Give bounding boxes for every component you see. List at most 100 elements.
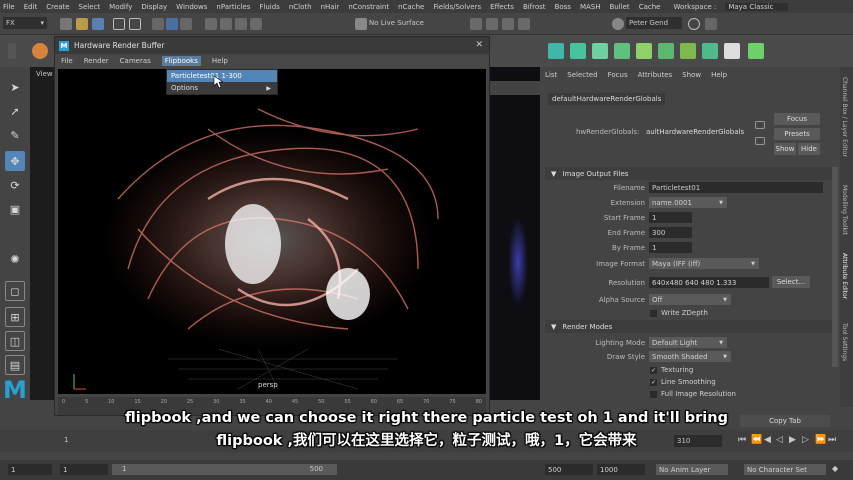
render-settings-icon[interactable] [502, 18, 514, 30]
anim-layer-dropdown[interactable]: No Anim Layer [656, 464, 728, 475]
resolution-select-button[interactable]: Select... [772, 276, 810, 288]
fluid-effect-icon[interactable] [548, 43, 564, 59]
output-connection-icon[interactable] [755, 137, 765, 145]
search-icon[interactable] [688, 18, 700, 30]
field-icon[interactable] [702, 43, 718, 59]
menu-cameras[interactable]: Cameras [120, 57, 151, 65]
menu-boss[interactable]: Boss [555, 3, 571, 11]
menu-nparticles[interactable]: nParticles [216, 3, 250, 11]
cloth-icon[interactable] [636, 43, 652, 59]
menu-fields-solvers[interactable]: Fields/Solvers [433, 3, 481, 11]
menu-edit[interactable]: Edit [24, 3, 38, 11]
range-start-field[interactable]: 1 [8, 464, 52, 475]
write-zdepth-checkbox[interactable]: Write ZDepth [650, 309, 708, 317]
draw-style-dropdown[interactable]: Smooth Shaded ▼ [649, 351, 731, 362]
node-name-field[interactable]: aultHardwareRenderGlobals [646, 128, 744, 136]
menu-render[interactable]: Render [84, 57, 109, 65]
menu-nhair[interactable]: nHair [321, 3, 340, 11]
range-bar[interactable]: 1 500 [112, 464, 337, 475]
snap-view-icon[interactable] [250, 18, 262, 30]
tab-modelling-toolkit[interactable]: Modelling Toolkit [841, 185, 848, 235]
full-image-resolution-checkbox[interactable]: Full Image Resolution [650, 390, 736, 398]
menu-windows[interactable]: Windows [176, 3, 207, 11]
resolution-field[interactable]: 640x480 640 480 1.333 [649, 277, 769, 288]
lighting-mode-dropdown[interactable]: Default Light ▼ [649, 337, 727, 348]
range-end-field[interactable]: 1000 [597, 464, 645, 475]
attribute-scrollbar[interactable] [832, 167, 838, 367]
lasso-tool-icon[interactable]: ➚ [5, 101, 25, 121]
open-scene-icon[interactable] [76, 18, 88, 30]
by-frame-field[interactable]: 1 [649, 242, 692, 253]
menu-ncloth[interactable]: nCloth [289, 3, 312, 11]
user-dropdown[interactable]: Peter Gend [626, 17, 682, 29]
menu-select[interactable]: Select [79, 3, 101, 11]
snap-point-icon[interactable] [235, 18, 247, 30]
auto-key-icon[interactable]: ◆ [832, 464, 838, 473]
texturing-checkbox[interactable]: ✓ Texturing [650, 366, 693, 374]
menu-create[interactable]: Create [46, 3, 69, 11]
menu-attributes[interactable]: Attributes [638, 71, 673, 79]
nucleus-icon[interactable] [680, 43, 696, 59]
character-set-dropdown[interactable]: No Character Set [744, 464, 826, 475]
new-scene-icon[interactable] [60, 18, 72, 30]
menu-display[interactable]: Display [141, 3, 167, 11]
tab-channel-box[interactable]: Channel Box / Layer Editor [841, 77, 848, 157]
user-icon[interactable] [612, 18, 624, 30]
input-connection-icon[interactable] [755, 121, 765, 129]
paint-select-icon[interactable]: ✎ [5, 125, 25, 145]
render-frame-icon[interactable] [470, 18, 482, 30]
start-frame-field[interactable]: 1 [649, 212, 692, 223]
viewport-tab[interactable]: View [36, 70, 53, 78]
menu-file[interactable]: File [61, 57, 73, 65]
menu-list[interactable]: List [545, 71, 557, 79]
focus-button[interactable]: Focus [774, 113, 820, 125]
show-button[interactable]: Show [774, 143, 796, 155]
workspace-dropdown[interactable]: Maya Classic [725, 2, 788, 11]
hypershade-icon[interactable] [518, 18, 530, 30]
rotate-tool-icon[interactable]: ⟳ [5, 175, 25, 195]
outliner-layout-icon[interactable]: ▤ [5, 355, 25, 375]
menu-help[interactable]: Help [212, 57, 228, 65]
fluid-3d-icon[interactable] [570, 43, 586, 59]
single-pane-layout-icon[interactable]: ◻ [5, 281, 25, 301]
ipr-render-icon[interactable] [486, 18, 498, 30]
presets-button[interactable]: Presets [774, 128, 820, 140]
paint-effects-icon[interactable]: ✺ [5, 249, 25, 269]
section-image-output-files[interactable]: ▼ Image Output Files [545, 167, 835, 180]
menu-file[interactable]: File [3, 3, 15, 11]
save-scene-icon[interactable] [92, 18, 104, 30]
select-object-icon[interactable] [166, 18, 178, 30]
menu-bifrost[interactable]: Bifrost [523, 3, 546, 11]
menu-mash[interactable]: MASH [580, 3, 601, 11]
snap-curve-icon[interactable] [220, 18, 232, 30]
playback-start-field[interactable]: 1 [60, 464, 108, 475]
menu-flipbooks[interactable]: Flipbooks [161, 56, 201, 66]
four-pane-layout-icon[interactable]: ⊞ [5, 307, 25, 327]
menu-modify[interactable]: Modify [109, 3, 132, 11]
fluid-container-icon[interactable] [32, 43, 48, 59]
move-tool-icon[interactable]: ✥ [5, 151, 25, 171]
window-titlebar[interactable]: M Hardware Render Buffer [55, 37, 489, 54]
menu-effects[interactable]: Effects [490, 3, 514, 11]
menu-show[interactable]: Show [682, 71, 701, 79]
snap-grid-icon[interactable] [205, 18, 217, 30]
menu-focus[interactable]: Focus [608, 71, 628, 79]
select-hierarchy-icon[interactable] [152, 18, 164, 30]
fluid-2d-icon[interactable] [592, 43, 608, 59]
line-smoothing-checkbox[interactable]: ✓ Line Smoothing [650, 378, 716, 386]
settings-icon[interactable] [748, 43, 764, 59]
redo-icon[interactable] [129, 18, 141, 30]
node-tab[interactable]: defaultHardwareRenderGlobals [548, 93, 666, 105]
fluid-emitter-icon[interactable] [614, 43, 630, 59]
menu-ncache[interactable]: nCache [398, 3, 424, 11]
two-pane-layout-icon[interactable]: ◫ [5, 331, 25, 351]
mode-dropdown[interactable]: FX ▾ [3, 17, 47, 29]
menu-bullet[interactable]: Bullet [610, 3, 630, 11]
scale-tool-icon[interactable]: ▣ [5, 199, 25, 219]
menu-fluids[interactable]: Fluids [259, 3, 279, 11]
tab-attribute-editor[interactable]: Attribute Editor [841, 253, 848, 299]
menu-selected[interactable]: Selected [567, 71, 597, 79]
extension-dropdown[interactable]: name.0001 ▼ [649, 197, 727, 208]
menu-help[interactable]: Help [711, 71, 727, 79]
alpha-source-dropdown[interactable]: Off ▼ [649, 294, 731, 305]
